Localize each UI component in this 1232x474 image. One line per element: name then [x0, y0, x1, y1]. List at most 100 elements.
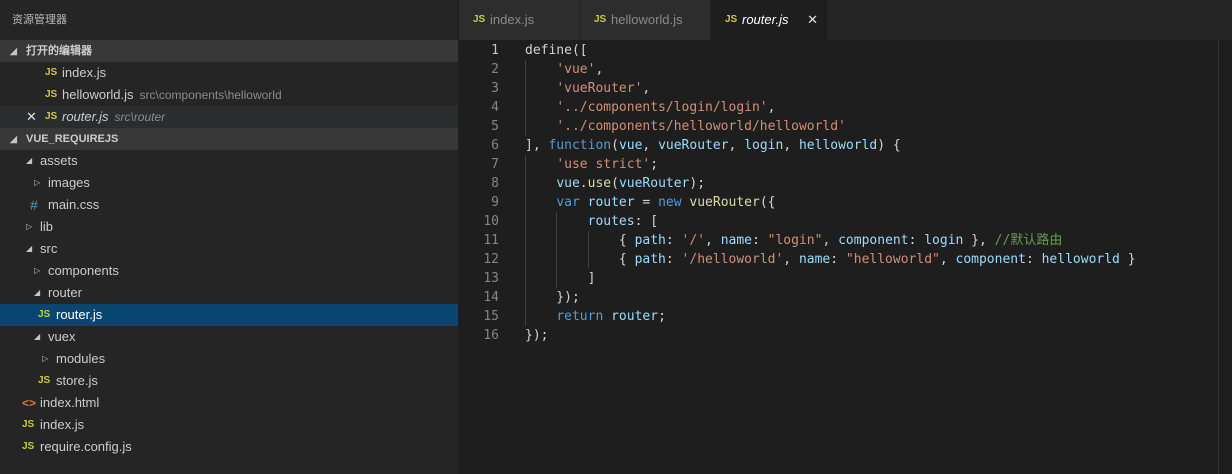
js-file-icon: JS [594, 14, 607, 25]
tree-item-images[interactable]: ▷ images [0, 172, 458, 194]
tree-item-lib[interactable]: ▷ lib [0, 216, 458, 238]
code-line[interactable]: 2 'vue', [459, 60, 1219, 79]
code-string: '/' [681, 233, 706, 248]
tab-label: helloworld.js [611, 12, 683, 27]
code-punctuation [525, 100, 556, 115]
code-line[interactable]: 6], function(vue, vueRouter, login, hell… [459, 136, 1219, 155]
code-punctuation: , [595, 62, 604, 77]
code-punctuation [525, 176, 556, 191]
open-editor-item[interactable]: JS helloworld.js src\components\helloworld [0, 84, 458, 106]
file-label: index.html [40, 395, 100, 410]
file-tree: ◢ assets ▷ images # main.css ▷ lib ◢ src ▷ componen… [0, 150, 458, 458]
chevron-right-icon[interactable]: ▷ [26, 216, 32, 238]
tab-router-js[interactable]: JS router.js ✕ [711, 0, 827, 40]
tree-item-modules[interactable]: ▷ modules [0, 348, 458, 370]
code-view[interactable]: 1 define([2 'vue', 3 'vueRouter', 4 '../com… [459, 41, 1219, 345]
tree-item-main-css[interactable]: # main.css [0, 194, 458, 216]
tree-item-require-config-js[interactable]: JS require.config.js [0, 436, 458, 458]
code-identifier: vueRouter [618, 176, 690, 191]
tab-index-js[interactable]: JS index.js [459, 0, 579, 40]
tree-item-router-js[interactable]: JS router.js [0, 304, 458, 326]
code-line[interactable]: 8 vue.use(vueRouter); [459, 174, 1219, 193]
code-line[interactable]: 14 }); [459, 288, 1219, 307]
tree-item-src[interactable]: ◢ src [0, 238, 458, 260]
code-line[interactable]: 1 define([ [459, 41, 1219, 60]
line-content: '../components/helloworld/helloworld' [525, 117, 846, 136]
code-identifier: router [587, 195, 635, 210]
code-line[interactable]: 3 'vueRouter', [459, 79, 1219, 98]
project-title: VUE_REQUIREJS [26, 133, 119, 145]
code-function: use [587, 176, 612, 191]
tab-helloworld-js[interactable]: JS helloworld.js [580, 0, 710, 40]
line-content: { path: '/', name: "login", component: l… [525, 231, 1062, 250]
tree-item-assets[interactable]: ◢ assets [0, 150, 458, 172]
open-editors-header[interactable]: ◢ 打开的编辑器 [0, 40, 458, 62]
file-path-description: src\router [114, 110, 166, 124]
code-punctuation [525, 214, 588, 229]
code-string: 'vue' [556, 62, 596, 77]
open-editor-label: router.js src\router [62, 106, 165, 128]
tree-item-vuex[interactable]: ◢ vuex [0, 326, 458, 348]
vertical-scrollbar[interactable] [1218, 40, 1232, 474]
chevron-down-icon[interactable]: ◢ [26, 238, 32, 260]
line-content: ] [525, 269, 596, 288]
chevron-right-icon[interactable]: ▷ [34, 260, 40, 282]
folder-label: vuex [48, 329, 76, 344]
code-keyword: var [556, 195, 580, 210]
code-line[interactable]: 7 'use strict'; [459, 155, 1219, 174]
code-punctuation: : [665, 233, 682, 248]
tree-item-index-js[interactable]: JS index.js [0, 414, 458, 436]
js-file-icon: JS [45, 111, 58, 122]
close-icon[interactable]: ✕ [807, 0, 818, 40]
code-punctuation: : [830, 252, 846, 267]
file-label: store.js [56, 373, 98, 388]
line-number: 12 [483, 252, 499, 267]
file-name: router.js [62, 109, 109, 124]
code-line[interactable]: 12 { path: '/helloworld', name: "hellowo… [459, 250, 1219, 269]
code-line[interactable]: 10 routes: [ [459, 212, 1219, 231]
line-content: ], function(vue, vueRouter, login, hello… [525, 136, 901, 155]
chevron-down-icon[interactable]: ◢ [26, 150, 32, 172]
chevron-down-icon[interactable]: ◢ [34, 282, 40, 304]
tree-item-router[interactable]: ◢ router [0, 282, 458, 304]
open-editor-item[interactable]: ✕ JS router.js src\router [0, 106, 458, 128]
code-identifier: vue [556, 176, 580, 191]
line-content: '../components/login/login', [525, 98, 775, 117]
code-punctuation: ( [611, 176, 619, 191]
line-number: 11 [483, 233, 499, 248]
code-identifier: helloworld [1041, 252, 1120, 267]
code-line[interactable]: 9 var router = new vueRouter({ [459, 193, 1219, 212]
code-line[interactable]: 4 '../components/login/login', [459, 98, 1219, 117]
code-line[interactable]: 5 '../components/helloworld/helloworld' [459, 117, 1219, 136]
tree-item-components[interactable]: ▷ components [0, 260, 458, 282]
code-line[interactable]: 11 { path: '/', name: "login", component… [459, 231, 1219, 250]
chevron-right-icon[interactable]: ▷ [34, 172, 40, 194]
code-punctuation: define([ [525, 43, 588, 58]
code-line[interactable]: 13 ] [459, 269, 1219, 288]
tree-item-store-js[interactable]: JS store.js [0, 370, 458, 392]
code-string: 'vueRouter' [556, 81, 643, 96]
code-punctuation [525, 309, 556, 324]
project-header[interactable]: ◢ VUE_REQUIREJS [0, 128, 458, 150]
code-punctuation: : [665, 252, 682, 267]
code-line[interactable]: 15 return router; [459, 307, 1219, 326]
line-number: 14 [483, 290, 499, 305]
open-editor-item[interactable]: JS index.js [0, 62, 458, 84]
code-identifier: router [611, 309, 659, 324]
chevron-down-icon[interactable]: ◢ [34, 326, 40, 348]
chevron-right-icon[interactable]: ▷ [42, 348, 48, 370]
open-editors-list: JS index.js JS helloworld.js src\components\… [0, 62, 458, 128]
code-identifier: login [744, 138, 784, 153]
line-content: 'vueRouter', [525, 79, 650, 98]
tree-item-index-html[interactable]: <> index.html [0, 392, 458, 414]
line-number: 13 [483, 271, 499, 286]
js-file-icon: JS [45, 67, 58, 78]
line-number: 15 [483, 309, 499, 324]
close-icon[interactable]: ✕ [26, 106, 37, 128]
line-number: 2 [491, 62, 499, 77]
open-editors-title: 打开的编辑器 [26, 45, 92, 57]
code-string: 'use strict' [556, 157, 651, 172]
folder-label: src [40, 241, 58, 256]
js-file-icon: JS [38, 375, 51, 386]
code-line[interactable]: 16}); [459, 326, 1219, 345]
